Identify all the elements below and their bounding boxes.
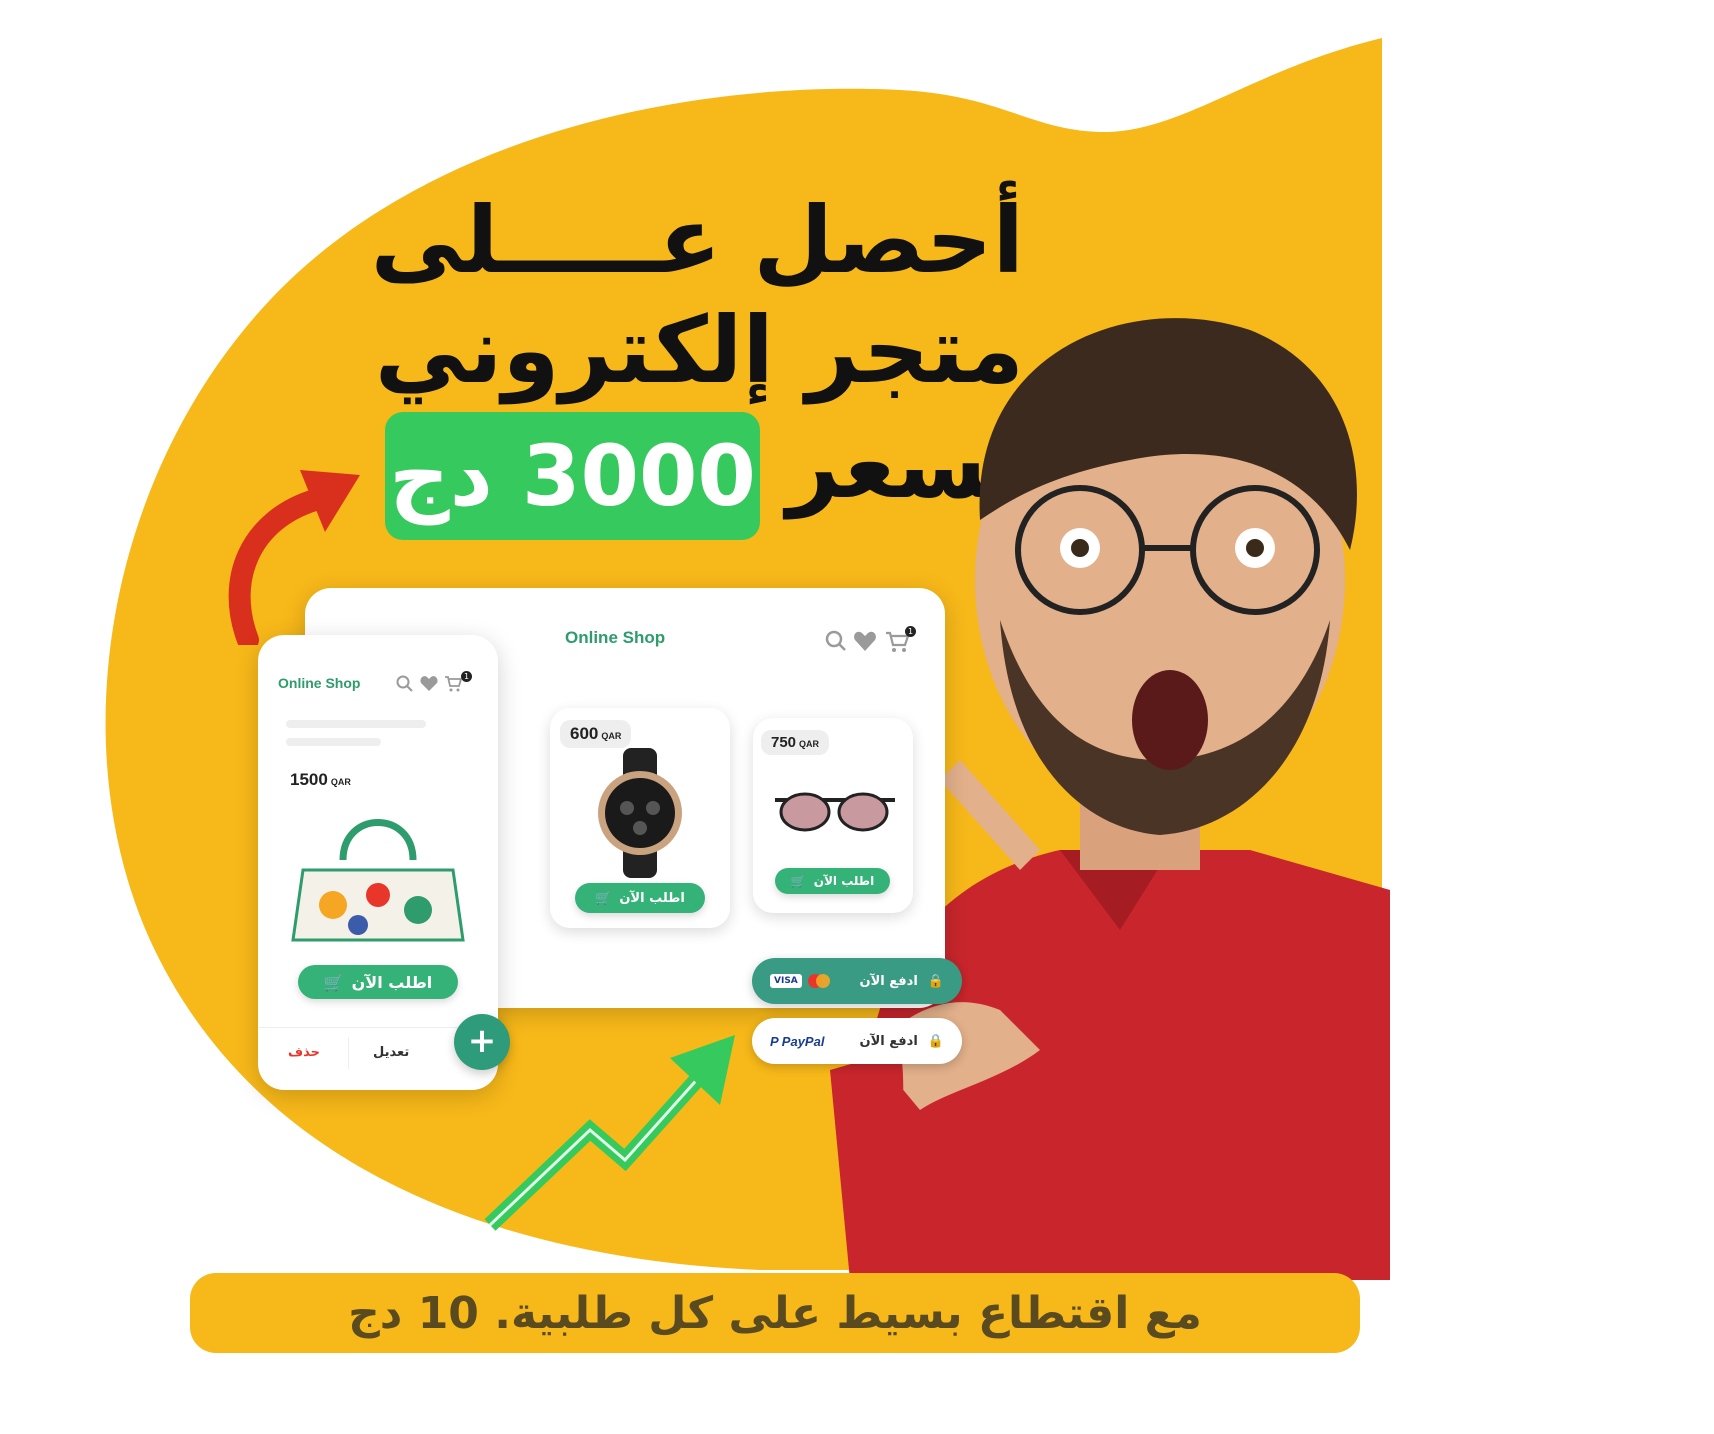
cart-icon: 🛒	[323, 972, 344, 992]
pay-now-label: ادفع الآن	[859, 1033, 918, 1049]
order-now-button[interactable]: اطلب الآن 🛒	[298, 965, 458, 999]
cart-count-badge: 1	[461, 671, 472, 682]
edit-button[interactable]: تعديل	[373, 1045, 409, 1060]
pay-now-label: ادفع الآن	[859, 973, 918, 989]
add-button[interactable]: +	[454, 1014, 510, 1070]
search-icon[interactable]	[825, 630, 847, 652]
handbag-icon	[291, 819, 465, 942]
cart-icon: 🛒	[790, 874, 806, 888]
cart-icon: 🛒	[595, 890, 612, 906]
search-icon[interactable]	[396, 675, 414, 693]
watch-icon	[598, 748, 682, 878]
product-price: 600 QAR	[560, 720, 632, 748]
order-now-button[interactable]: اطلب الآن 🛒	[575, 883, 705, 913]
cart-count-badge: 1	[905, 626, 916, 637]
product-card-watch[interactable]: 600 QAR اطلب الآن 🛒	[550, 708, 730, 928]
product-price: 750 QAR	[761, 730, 830, 755]
paypal-logo-icon: P PayPal	[770, 1033, 825, 1049]
mobile-shop-title: Online Shop	[278, 675, 361, 691]
order-now-button[interactable]: اطلب الآن 🛒	[775, 868, 890, 894]
price-badge-text: 3000 دج	[389, 427, 756, 525]
placeholder-line	[286, 720, 426, 728]
product-card-sunglasses[interactable]: 750 QAR اطلب الآن 🛒	[753, 718, 913, 913]
pay-now-paypal-button[interactable]: P PayPal 🔒 ادفع الآن	[752, 1018, 962, 1064]
product-price: 1500 QAR	[290, 770, 351, 789]
divider	[348, 1037, 349, 1069]
desktop-shop-title: Online Shop	[565, 628, 666, 647]
footer-text: مع اقتطاع بسيط على كل طلبية. 10 دج	[348, 1287, 1202, 1339]
pay-now-card-button[interactable]: VISA 🔒 ادفع الآن	[752, 958, 962, 1004]
sunglasses-icon	[775, 792, 895, 832]
price-badge: 3000 دج	[385, 412, 760, 540]
heart-icon[interactable]	[853, 630, 877, 652]
lock-icon: 🔒	[927, 1033, 944, 1049]
delete-button[interactable]: حذف	[288, 1045, 320, 1060]
footer-banner: مع اقتطاع بسيط على كل طلبية. 10 دج	[190, 1273, 1360, 1353]
green-trend-arrow-icon	[484, 1035, 735, 1231]
card-logos-icon: VISA	[770, 974, 830, 988]
headline-line-1: أحصل عـــــلى	[370, 187, 1024, 294]
lock-icon: 🔒	[927, 973, 944, 989]
heart-icon[interactable]	[420, 675, 438, 692]
placeholder-line	[286, 738, 381, 746]
